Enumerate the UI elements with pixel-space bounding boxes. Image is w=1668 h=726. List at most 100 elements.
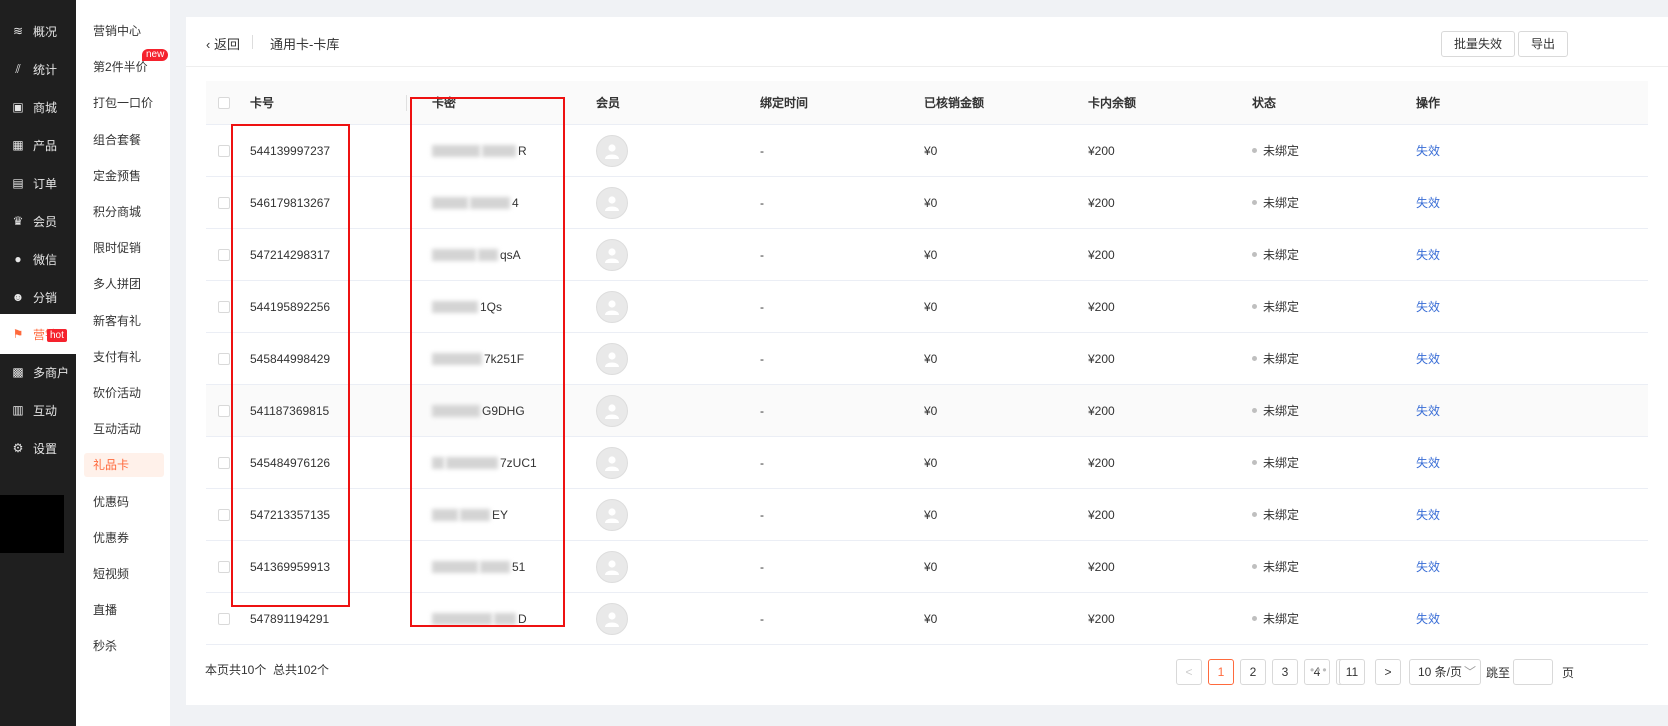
subnav-item-0[interactable]: 营销中心 xyxy=(84,19,164,43)
subnav-item-13[interactable]: 优惠码 xyxy=(84,490,164,514)
sidebar-item-label: 概况 xyxy=(33,24,58,39)
used-amount: ¥0 xyxy=(924,195,938,210)
member-cell xyxy=(596,541,628,592)
subnav-item-2[interactable]: 打包一口价 xyxy=(84,91,164,115)
table-row: 547214298317 qsA - ¥0 ¥200 未绑定 失效 xyxy=(206,229,1648,281)
table-row: 544139997237 R - ¥0 ¥200 未绑定 失效 xyxy=(206,125,1648,177)
invalidate-link[interactable]: 失效 xyxy=(1416,333,1440,384)
card-balance: ¥200 xyxy=(1088,403,1115,418)
subnav-item-7[interactable]: 多人拼团 xyxy=(84,272,164,296)
subnav-item-14[interactable]: 优惠券 xyxy=(84,526,164,550)
avatar[interactable] xyxy=(596,446,628,479)
row-checkbox[interactable] xyxy=(218,144,230,157)
user-icon xyxy=(605,507,619,523)
subnav-item-10[interactable]: 砍价活动 xyxy=(84,381,164,405)
status-dot-icon xyxy=(1252,304,1257,309)
back-button[interactable]: ‹ 返回 xyxy=(206,34,240,53)
subnav-item-5[interactable]: 积分商城 xyxy=(84,200,164,224)
invalidate-link[interactable]: 失效 xyxy=(1416,593,1440,644)
invalidate-link[interactable]: 失效 xyxy=(1416,177,1440,228)
invalidate-link[interactable]: 失效 xyxy=(1416,489,1440,540)
avatar[interactable] xyxy=(596,238,628,271)
bind-time: - xyxy=(760,351,764,366)
row-checkbox[interactable] xyxy=(218,352,230,365)
card-password: 4 xyxy=(432,177,519,228)
sidebar-item-4[interactable]: ▤ 订单 xyxy=(0,163,76,203)
sidebar-item-3[interactable]: ▦ 产品 xyxy=(0,125,76,165)
subnav-item-6[interactable]: 限时促销 xyxy=(84,236,164,260)
row-checkbox[interactable] xyxy=(218,612,230,625)
col-bind-time: 绑定时间 xyxy=(760,96,809,110)
card-password-suffix: R xyxy=(518,143,527,158)
row-checkbox[interactable] xyxy=(218,196,230,209)
status-text: 未绑定 xyxy=(1263,248,1300,262)
row-checkbox[interactable] xyxy=(218,456,230,469)
card-number: 547213357135 xyxy=(250,507,331,522)
avatar[interactable] xyxy=(596,342,628,375)
avatar[interactable] xyxy=(596,394,628,427)
page-button-last[interactable]: 11 xyxy=(1339,659,1365,685)
subnav-item-4[interactable]: 定金预售 xyxy=(84,164,164,188)
export-button[interactable]: 导出 xyxy=(1518,31,1569,57)
sidebar-item-label: 多商户 xyxy=(33,365,70,380)
row-checkbox[interactable] xyxy=(218,560,230,573)
page-unit-label: 页 xyxy=(1562,666,1575,680)
sidebar-item-9[interactable]: ▩ 多商户 xyxy=(0,352,76,392)
card-password-suffix: EY xyxy=(492,507,509,522)
card-balance: ¥200 xyxy=(1088,559,1115,574)
invalidate-link[interactable]: 失效 xyxy=(1416,125,1440,176)
avatar[interactable] xyxy=(596,186,628,219)
avatar[interactable] xyxy=(596,602,628,635)
blurred-text xyxy=(432,456,444,469)
page-size-select[interactable]: 10 条/页 ﹀ xyxy=(1409,659,1481,685)
sidebar-item-7[interactable]: ☻ 分销 xyxy=(0,277,76,317)
sidebar-item-10[interactable]: ▥ 互动 xyxy=(0,390,76,430)
row-checkbox[interactable] xyxy=(218,300,230,313)
status-dot-icon xyxy=(1252,616,1257,621)
card-number: 541187369815 xyxy=(250,403,330,418)
avatar[interactable] xyxy=(596,290,628,323)
sidebar-item-6[interactable]: ● 微信 xyxy=(0,239,76,279)
sidebar-item-5[interactable]: ♛ 会员 xyxy=(0,201,76,241)
status-dot-icon xyxy=(1252,512,1257,517)
select-all-checkbox[interactable] xyxy=(218,96,230,109)
row-checkbox[interactable] xyxy=(218,404,230,417)
subnav-item-8[interactable]: 新客有礼 xyxy=(84,309,164,333)
invalidate-link[interactable]: 失效 xyxy=(1416,281,1440,332)
subnav-item-3[interactable]: 组合套餐 xyxy=(84,128,164,152)
subnav-item-9[interactable]: 支付有礼 xyxy=(84,345,164,369)
card-number: 545484976126 xyxy=(250,455,331,470)
sidebar-item-2[interactable]: ▣ 商城 xyxy=(0,87,76,127)
next-page-button[interactable]: > xyxy=(1375,659,1401,685)
row-checkbox[interactable] xyxy=(218,508,230,521)
subnav-item-11[interactable]: 互动活动 xyxy=(84,417,164,441)
subnav-item-17[interactable]: 秒杀 xyxy=(84,634,164,658)
sidebar-item-11[interactable]: ⚙ 设置 xyxy=(0,428,76,468)
sidebar-item-0[interactable]: ≋ 概况 xyxy=(0,11,76,51)
status-dot-icon xyxy=(1252,408,1257,413)
member-cell xyxy=(596,333,628,384)
page-button-3[interactable]: 3 xyxy=(1272,659,1298,685)
subnav-item-12[interactable]: 礼品卡 xyxy=(84,453,164,478)
status-badge: 未绑定 xyxy=(1252,385,1299,436)
batch-invalidate-button[interactable]: 批量失效 xyxy=(1441,31,1516,57)
page-button-2[interactable]: 2 xyxy=(1240,659,1266,685)
row-checkbox[interactable] xyxy=(218,248,230,261)
subnav-item-15[interactable]: 短视频 xyxy=(84,562,164,586)
subnav-item-16[interactable]: 直播 xyxy=(84,598,164,622)
invalidate-link[interactable]: 失效 xyxy=(1416,229,1440,280)
card-table: 卡号 卡密 会员 绑定时间 已核销金额 卡内余额 状态 操作 544139997… xyxy=(206,81,1648,645)
jump-page-input[interactable] xyxy=(1513,659,1553,685)
prev-page-button[interactable]: < xyxy=(1176,659,1202,685)
invalidate-link[interactable]: 失效 xyxy=(1416,541,1440,592)
avatar[interactable] xyxy=(596,550,628,583)
invalidate-link[interactable]: 失效 xyxy=(1416,437,1440,488)
card-password: 7zUC1 xyxy=(432,437,537,488)
avatar[interactable] xyxy=(596,134,628,167)
sidebar-item-1[interactable]: ⫽ 统计 xyxy=(0,49,76,89)
card-number: 547891194291 xyxy=(250,611,330,626)
invalidate-link[interactable]: 失效 xyxy=(1416,385,1440,436)
used-amount: ¥0 xyxy=(924,507,938,522)
page-button-1[interactable]: 1 xyxy=(1208,659,1234,685)
avatar[interactable] xyxy=(596,498,628,531)
